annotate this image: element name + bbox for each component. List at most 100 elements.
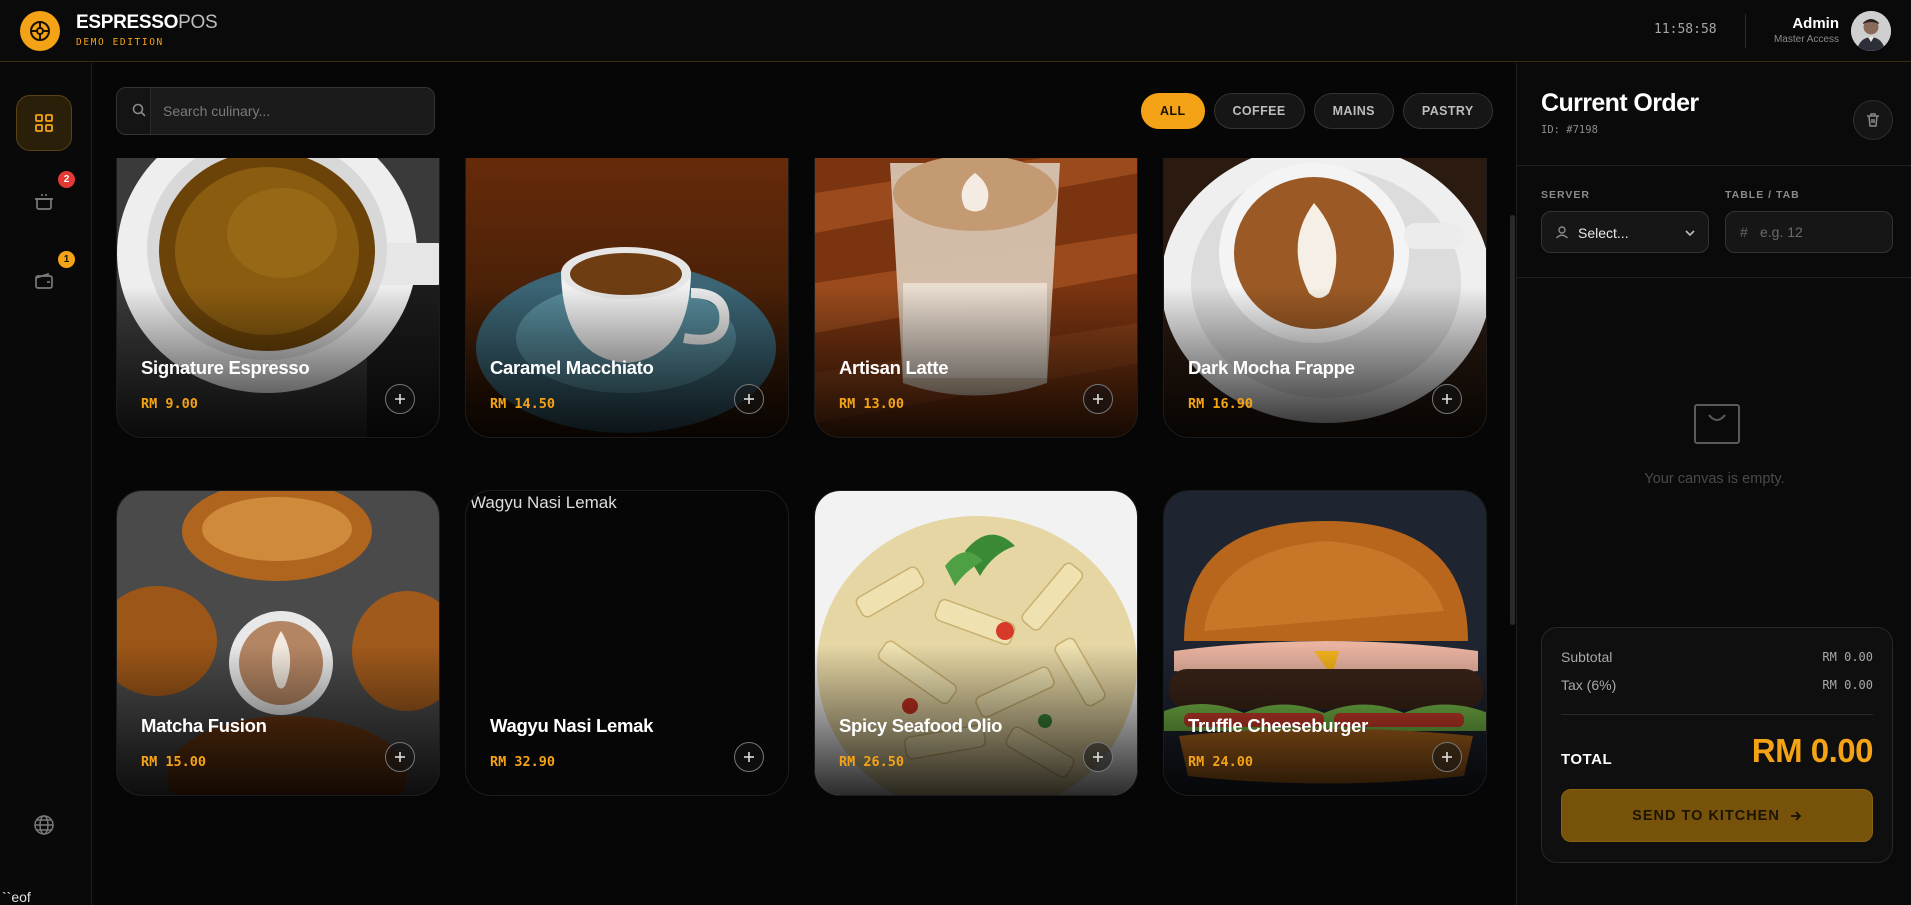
plus-icon (395, 394, 405, 404)
panel-divider (1517, 277, 1911, 278)
clear-order-button[interactable] (1853, 100, 1893, 140)
server-select-value: Select... (1578, 225, 1629, 241)
clock: 11:58:58 (1654, 22, 1717, 37)
table-input[interactable] (1760, 212, 1890, 252)
top-bar: ESPRESSOPOS DEMO EDITION 11:58:58 Admin … (0, 0, 1911, 62)
search-icon (132, 103, 146, 117)
card-price: RM 13.00 (839, 396, 905, 412)
user-name: Admin (1792, 15, 1839, 32)
add-button[interactable] (1083, 384, 1113, 414)
grid-icon (35, 114, 53, 132)
card-name: Matcha Fusion (141, 715, 267, 736)
brand-edition: DEMO EDITION (76, 37, 164, 48)
card-price: RM 9.00 (141, 396, 198, 412)
send-to-kitchen-button[interactable]: SEND TO KITCHEN (1561, 789, 1873, 842)
brand-name-bold: ESPRESSO (76, 12, 179, 33)
plus-icon (395, 752, 405, 762)
globe-icon (34, 815, 54, 835)
stray-text: ``eof (2, 889, 31, 905)
card-name: Artisan Latte (839, 357, 949, 378)
add-button[interactable] (734, 742, 764, 772)
grid-scrollbar[interactable] (1510, 215, 1515, 625)
rail-menu-button[interactable] (16, 95, 72, 151)
table-field: # (1725, 211, 1893, 253)
plus-icon (744, 394, 754, 404)
card-price: RM 15.00 (141, 754, 207, 770)
wallet-icon (35, 272, 53, 289)
kitchen-badge: 2 (58, 171, 75, 188)
menu-card[interactable]: Signature Espresso RM 9.00 (116, 158, 440, 438)
add-button[interactable] (1432, 742, 1462, 772)
card-name: Signature Espresso (141, 357, 310, 378)
category-mains[interactable]: MAINS (1313, 93, 1394, 129)
trash-icon (1867, 113, 1879, 127)
category-filter: ALL COFFEE MAINS PASTRY (1141, 93, 1493, 129)
total-label: TOTAL (1561, 751, 1613, 768)
plus-icon (1442, 394, 1452, 404)
brand-name: ESPRESSOPOS (76, 12, 218, 34)
side-rail: 2 1 (0, 63, 92, 905)
order-panel: Current Order ID: #7198 SERVER TABLE / T… (1516, 63, 1911, 905)
wallet-badge: 1 (58, 251, 75, 268)
rail-kitchen-button[interactable]: 2 (16, 171, 75, 229)
menu-grid: Signature Espresso RM 9.00 Caramel Macch… (116, 158, 1488, 888)
card-price: RM 26.50 (839, 754, 905, 770)
plus-icon (744, 752, 754, 762)
total-value: RM 0.00 (1751, 732, 1874, 769)
hash-icon: # (1740, 224, 1748, 240)
card-name: Caramel Macchiato (490, 357, 654, 378)
category-all[interactable]: ALL (1141, 93, 1205, 129)
order-title: Current Order (1541, 89, 1699, 117)
avatar[interactable] (1851, 11, 1891, 51)
tax-value: RM 0.00 (1822, 678, 1873, 692)
search-input[interactable] (150, 88, 434, 134)
user-info[interactable]: Admin Master Access (1774, 15, 1839, 45)
send-to-kitchen-label: SEND TO KITCHEN (1632, 807, 1780, 824)
menu-card[interactable]: Artisan Latte RM 13.00 (814, 158, 1138, 438)
search-box (116, 87, 435, 135)
subtotal-label: Subtotal (1561, 649, 1613, 665)
card-name: Wagyu Nasi Lemak (490, 715, 654, 736)
cooking-pot-icon (35, 194, 53, 210)
server-select[interactable]: Select... (1541, 211, 1709, 253)
card-name: Spicy Seafood Olio (839, 715, 1003, 736)
add-button[interactable] (1432, 384, 1462, 414)
menu-card[interactable]: Wagyu Nasi Lemak Wagyu Nasi Lemak RM 32.… (465, 490, 789, 796)
panel-divider (1517, 165, 1911, 166)
add-button[interactable] (385, 742, 415, 772)
menu-card[interactable]: Spicy Seafood Olio RM 26.50 (814, 490, 1138, 796)
menu-card[interactable]: Dark Mocha Frappe RM 16.90 (1163, 158, 1487, 438)
subtotal-value: RM 0.00 (1822, 650, 1873, 664)
card-price: RM 32.90 (490, 754, 556, 770)
brand-name-light: POS (178, 12, 218, 33)
server-label: SERVER (1541, 189, 1590, 201)
card-price: RM 16.90 (1188, 396, 1254, 412)
add-button[interactable] (734, 384, 764, 414)
menu-card[interactable]: Caramel Macchiato RM 14.50 (465, 158, 789, 438)
table-label: TABLE / TAB (1725, 189, 1800, 201)
card-price: RM 24.00 (1188, 754, 1254, 770)
plus-icon (1093, 394, 1103, 404)
card-name: Truffle Cheeseburger (1188, 715, 1369, 736)
brand: ESPRESSOPOS DEMO EDITION (76, 12, 218, 48)
empty-bag-icon (1694, 404, 1740, 444)
plus-icon (1442, 752, 1452, 762)
order-id: ID: #7198 (1541, 124, 1598, 136)
user-role: Master Access (1773, 34, 1839, 45)
add-button[interactable] (385, 384, 415, 414)
rail-globe-button[interactable] (16, 797, 72, 853)
menu-card[interactable]: Matcha Fusion RM 15.00 (116, 490, 440, 796)
add-button[interactable] (1083, 742, 1113, 772)
broken-image-alt: Wagyu Nasi Lemak (470, 493, 617, 512)
pos-app: ESPRESSOPOS DEMO EDITION 11:58:58 Admin … (0, 0, 1911, 905)
menu-card[interactable]: Truffle Cheeseburger RM 24.00 (1163, 490, 1487, 796)
header-divider (1745, 14, 1746, 48)
tax-label: Tax (6%) (1561, 677, 1617, 693)
category-coffee[interactable]: COFFEE (1213, 93, 1305, 129)
chevron-down-icon (1685, 230, 1695, 237)
empty-cart-text: Your canvas is empty. (1644, 471, 1785, 487)
user-icon (1556, 226, 1568, 239)
category-pastry[interactable]: PASTRY (1402, 93, 1493, 129)
rail-wallet-button[interactable]: 1 (16, 251, 75, 309)
card-name: Dark Mocha Frappe (1188, 357, 1355, 378)
